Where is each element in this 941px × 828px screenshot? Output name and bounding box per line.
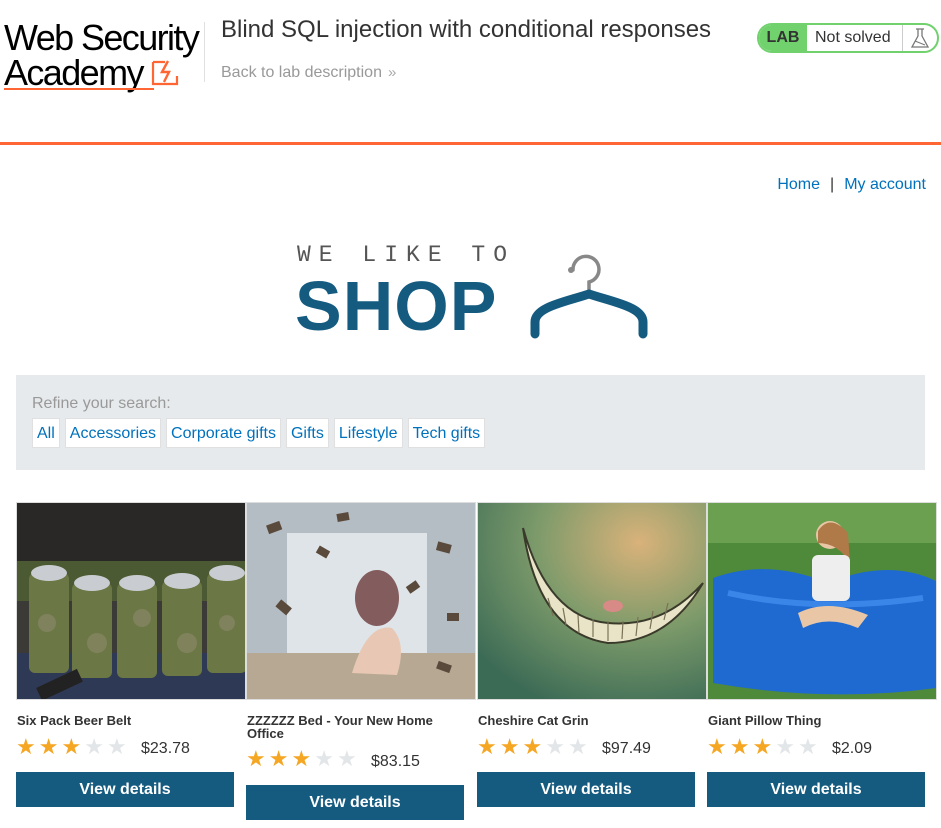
beer-belt-image	[16, 502, 246, 700]
flying-books-bed-image	[246, 502, 476, 700]
star-full-icon: ★	[707, 734, 727, 759]
lab-status-text: Not solved	[815, 29, 891, 46]
banner-tagline: WE LIKE TO	[297, 242, 516, 268]
star-empty-icon: ★	[567, 734, 588, 759]
product-name: ZZZZZZ Bed - Your New Home Office	[247, 713, 433, 741]
view-details-button[interactable]: View details	[246, 785, 464, 820]
back-link-label: Back to lab description	[221, 64, 382, 81]
star-empty-icon: ★	[775, 734, 795, 759]
lab-badge: LAB	[759, 25, 807, 51]
product-rating: ★ ★ ★ ★ ★	[16, 736, 127, 758]
star-full-icon: ★	[522, 734, 543, 759]
my-account-link[interactable]: My account	[844, 176, 926, 193]
hanger-icon	[530, 254, 648, 339]
double-chevron-right-icon: »	[387, 64, 397, 81]
product-price: $97.49	[602, 740, 651, 757]
star-full-icon: ★	[752, 734, 773, 759]
star-full-icon: ★	[291, 746, 312, 771]
star-full-icon: ★	[729, 734, 750, 759]
giant-pillow-image	[707, 502, 937, 700]
star-full-icon: ★	[61, 734, 82, 759]
header-divider	[204, 22, 205, 82]
filter-all[interactable]: All	[32, 418, 60, 448]
logo-line2: Academy	[4, 52, 144, 93]
star-empty-icon: ★	[797, 734, 818, 759]
lab-status-widget: LAB Not solved	[757, 23, 939, 53]
star-empty-icon: ★	[336, 746, 357, 771]
product-rating: ★ ★ ★ ★ ★	[246, 748, 357, 770]
product-price: $2.09	[832, 740, 873, 757]
view-details-button[interactable]: View details	[16, 772, 234, 807]
product-name: Giant Pillow Thing	[708, 713, 822, 728]
flask-icon	[902, 25, 937, 51]
star-empty-icon: ★	[545, 734, 565, 759]
banner-shop-word: SHOP	[295, 267, 498, 345]
product-price: $83.15	[371, 753, 420, 770]
filter-corporate-gifts[interactable]: Corporate gifts	[166, 418, 281, 448]
view-details-button[interactable]: View details	[707, 772, 925, 807]
lab-title: Blind SQL injection with conditional res…	[221, 16, 712, 43]
cheshire-grin-image	[477, 502, 707, 700]
star-full-icon: ★	[246, 746, 266, 771]
product-name: Six Pack Beer Belt	[17, 713, 132, 728]
logo-underline	[4, 88, 154, 90]
star-full-icon: ★	[16, 734, 36, 759]
logo-bolt-icon	[151, 60, 179, 86]
nav-separator: |	[830, 176, 835, 193]
star-empty-icon: ★	[84, 734, 104, 759]
product-name: Cheshire Cat Grin	[478, 713, 589, 728]
star-full-icon: ★	[477, 734, 497, 759]
star-empty-icon: ★	[314, 746, 334, 771]
filter-lifestyle[interactable]: Lifestyle	[333, 418, 403, 448]
product-rating: ★ ★ ★ ★ ★	[707, 736, 818, 758]
filter-gifts[interactable]: Gifts	[285, 418, 329, 448]
refine-search-label: Refine your search:	[32, 395, 171, 412]
product-price: $23.78	[141, 740, 190, 757]
star-full-icon: ★	[38, 734, 59, 759]
product-rating: ★ ★ ★ ★ ★	[477, 736, 588, 758]
star-empty-icon: ★	[106, 734, 127, 759]
category-filter-list: All Accessories Corporate gifts Gifts Li…	[32, 418, 486, 448]
star-full-icon: ★	[499, 734, 520, 759]
filter-tech-gifts[interactable]: Tech gifts	[407, 418, 486, 448]
home-link[interactable]: Home	[777, 176, 820, 193]
we-like-to-shop-banner: WE LIKE TO SHOP	[295, 242, 655, 345]
top-navigation: Home | My account	[777, 176, 926, 194]
web-security-academy-logo[interactable]: Web Security Academy	[4, 18, 204, 93]
view-details-button[interactable]: View details	[477, 772, 695, 807]
search-filters: Refine your search: All Accessories Corp…	[16, 375, 925, 470]
star-full-icon: ★	[268, 746, 289, 771]
back-to-lab-description-link[interactable]: Back to lab description »	[221, 64, 396, 82]
lab-header: Web Security Academy Blind SQL injection…	[0, 0, 941, 145]
filter-accessories[interactable]: Accessories	[64, 418, 162, 448]
